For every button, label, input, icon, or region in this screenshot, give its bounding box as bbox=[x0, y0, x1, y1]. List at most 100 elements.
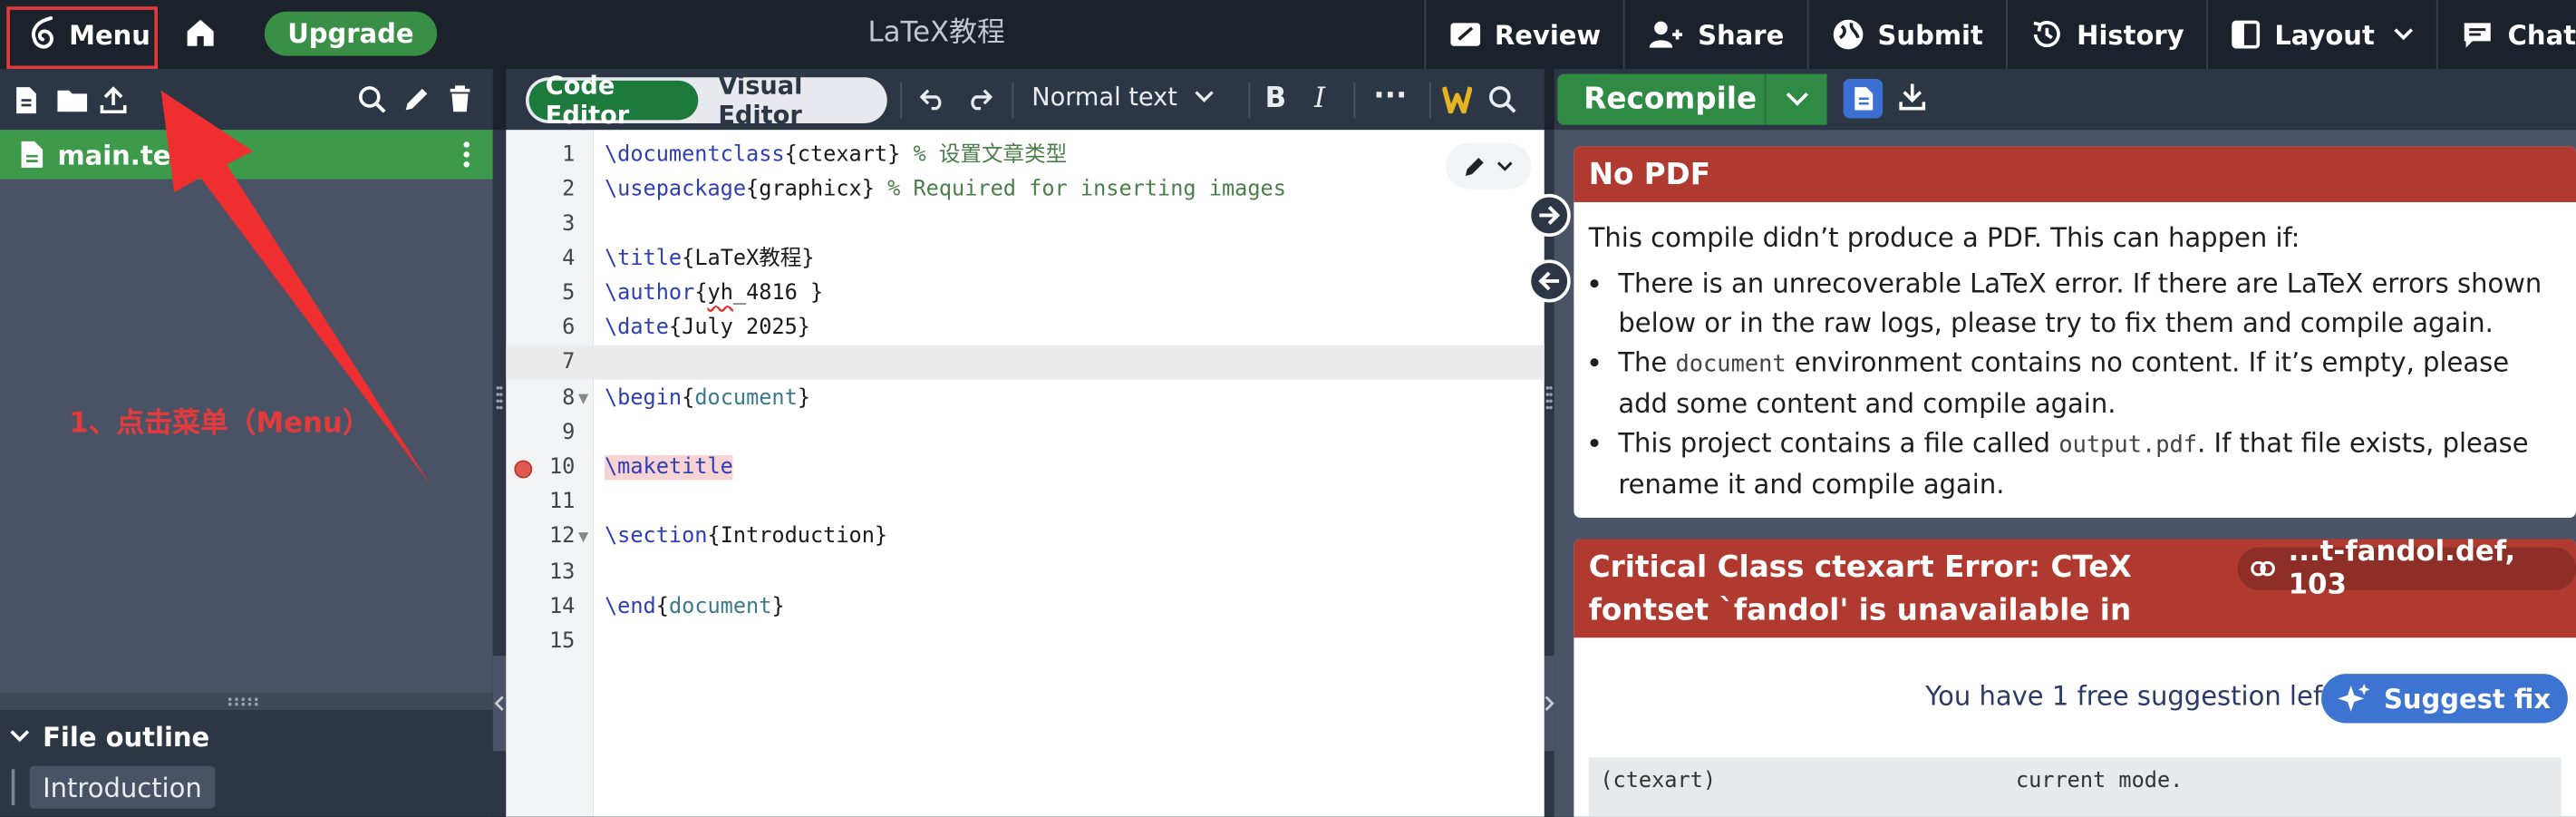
submit-button[interactable]: Submit bbox=[1806, 0, 2007, 70]
redo-icon[interactable] bbox=[966, 87, 993, 111]
code-line: \usepackage{graphicx} % Required for ins… bbox=[605, 172, 1286, 207]
globe-icon bbox=[1833, 19, 1864, 50]
line-number: 13 bbox=[548, 560, 576, 586]
suggest-fix-label: Suggest fix bbox=[2383, 683, 2552, 715]
spelling-error-word[interactable]: yh bbox=[708, 281, 733, 306]
code-argument: {Introduction} bbox=[707, 524, 888, 550]
chevron-down-icon bbox=[2395, 28, 2414, 41]
chevron-down-icon bbox=[1194, 91, 1214, 102]
more-options-button[interactable]: ··· bbox=[1373, 79, 1407, 113]
collapse-left-handle[interactable] bbox=[492, 656, 507, 752]
outline-resize-handle[interactable] bbox=[0, 693, 493, 710]
no-pdf-title: No PDF bbox=[1574, 146, 2576, 202]
error-location-link[interactable]: ...t-fandol.def, 103 bbox=[2237, 540, 2576, 601]
arrow-left-icon bbox=[1538, 271, 1560, 291]
download-icon[interactable] bbox=[1899, 83, 1926, 111]
top-actions: Review Share Submit History Layout Chat bbox=[1423, 0, 2576, 70]
editor-track-changes-button[interactable] bbox=[1446, 142, 1532, 190]
fold-arrow-icon[interactable]: ▼ bbox=[578, 520, 588, 554]
toolbar-divider bbox=[900, 82, 903, 119]
layout-button[interactable]: Layout bbox=[2207, 0, 2437, 70]
code-brace: { bbox=[682, 385, 695, 412]
line-number: 14 bbox=[548, 595, 576, 620]
history-button[interactable]: History bbox=[2006, 0, 2207, 70]
code-environment: document bbox=[694, 385, 798, 412]
share-users-icon bbox=[1650, 21, 1683, 48]
code-line: \documentclass{ctexart} % 设置文章类型 bbox=[605, 138, 1067, 172]
reason-text: The bbox=[1618, 346, 1676, 378]
outline-tree-line bbox=[11, 769, 15, 806]
annotation-caption: 1、点击菜单（Menu） bbox=[69, 407, 371, 441]
chat-button[interactable]: Chat bbox=[2436, 0, 2576, 70]
code-command-error: \maketitle bbox=[605, 455, 733, 481]
review-icon bbox=[1449, 23, 1480, 46]
document-title[interactable]: LaTeX教程 bbox=[821, 0, 1051, 66]
italic-button[interactable]: I bbox=[1314, 83, 1325, 115]
document-icon bbox=[1854, 87, 1873, 111]
review-label: Review bbox=[1494, 18, 1602, 51]
reason-code: document bbox=[1675, 351, 1787, 378]
error-log-card: Critical Class ctexart Error: CTeX fonts… bbox=[1574, 539, 2576, 817]
toolbar-divider bbox=[1428, 82, 1431, 119]
share-button[interactable]: Share bbox=[1623, 0, 1807, 70]
recompile-options-button[interactable] bbox=[1764, 73, 1829, 125]
code-comment: % Required for inserting images bbox=[874, 177, 1286, 202]
chevron-down-icon bbox=[1496, 160, 1513, 170]
no-pdf-intro: This compile didn’t produce a PDF. This … bbox=[1588, 221, 2300, 254]
text-style-value: Normal text bbox=[1031, 82, 1177, 112]
code-line: \title{LaTeX教程} bbox=[605, 241, 815, 276]
raw-log-right: current mode. bbox=[2015, 769, 2184, 794]
suggest-fix-button[interactable]: Suggest fix bbox=[2321, 674, 2568, 724]
code-command: \usepackage bbox=[605, 177, 747, 202]
code-brace: } bbox=[797, 385, 811, 412]
collapse-right-handle[interactable] bbox=[1544, 656, 1554, 752]
code-argument: {graphicx} bbox=[746, 177, 875, 202]
history-label: History bbox=[2077, 18, 2184, 51]
no-pdf-reason: There is an unrecoverable LaTeX error. I… bbox=[1618, 265, 2560, 344]
undo-icon[interactable] bbox=[920, 87, 946, 111]
bold-button[interactable]: B bbox=[1265, 83, 1287, 115]
raw-log-left: (ctexart) bbox=[1600, 769, 1717, 794]
code-command: \section bbox=[605, 524, 708, 550]
code-line: \begin{document} bbox=[605, 382, 810, 416]
share-label: Share bbox=[1698, 18, 1785, 51]
code-command: \begin bbox=[605, 385, 683, 412]
chevron-right-icon bbox=[1545, 695, 1554, 711]
error-header[interactable]: Critical Class ctexart Error: CTeX fonts… bbox=[1574, 539, 2576, 638]
pdf-toolbar: Recompile bbox=[1554, 69, 2576, 131]
visual-editor-tab[interactable]: Visual Editor bbox=[699, 71, 887, 130]
code-command: \date bbox=[605, 316, 669, 341]
arrow-right-icon bbox=[1539, 205, 1561, 225]
suggestion-count-text: You have 1 free suggestion left bbox=[1925, 680, 2332, 712]
code-editor-tab[interactable]: Code Editor bbox=[528, 71, 699, 130]
review-button[interactable]: Review bbox=[1423, 0, 1624, 70]
text-style-select[interactable]: Normal text bbox=[1031, 83, 1214, 112]
no-pdf-reason: The document environment contains no con… bbox=[1618, 344, 2560, 424]
splitter-grip-icon bbox=[1545, 385, 1553, 410]
code-comment: % 设置文章类型 bbox=[900, 142, 1068, 168]
submit-label: Submit bbox=[1877, 18, 1983, 51]
toolbar-divider bbox=[1012, 82, 1014, 119]
code-command: \author bbox=[605, 280, 695, 306]
fold-arrow-icon[interactable]: ▼ bbox=[578, 382, 588, 416]
sync-to-code-button[interactable] bbox=[1527, 259, 1571, 303]
outline-item-introduction[interactable]: Introduction bbox=[29, 765, 216, 809]
chat-icon bbox=[2465, 23, 2492, 48]
link-icon bbox=[2251, 560, 2275, 577]
sparkle-icon bbox=[2338, 684, 2370, 712]
writefull-logo-icon[interactable] bbox=[1442, 85, 1472, 114]
code-line: \date{July 2025} bbox=[605, 311, 810, 345]
layout-icon bbox=[2232, 20, 2261, 49]
no-pdf-card: No PDF This compile didn’t produce a PDF… bbox=[1574, 146, 2576, 518]
code-line: \author{yh_4816 } bbox=[605, 277, 823, 311]
sync-to-pdf-button[interactable] bbox=[1527, 193, 1571, 237]
code-editor[interactable] bbox=[593, 130, 1545, 817]
chevron-down-icon bbox=[10, 730, 30, 743]
file-outline-header[interactable]: File outline bbox=[0, 710, 209, 763]
layout-label: Layout bbox=[2274, 18, 2375, 51]
active-line-highlight bbox=[506, 345, 1545, 380]
code-argument: {July 2025} bbox=[668, 316, 810, 341]
search-replace-icon[interactable] bbox=[1488, 85, 1516, 113]
logs-button[interactable] bbox=[1843, 79, 1884, 119]
drag-handle-icon bbox=[228, 697, 258, 706]
